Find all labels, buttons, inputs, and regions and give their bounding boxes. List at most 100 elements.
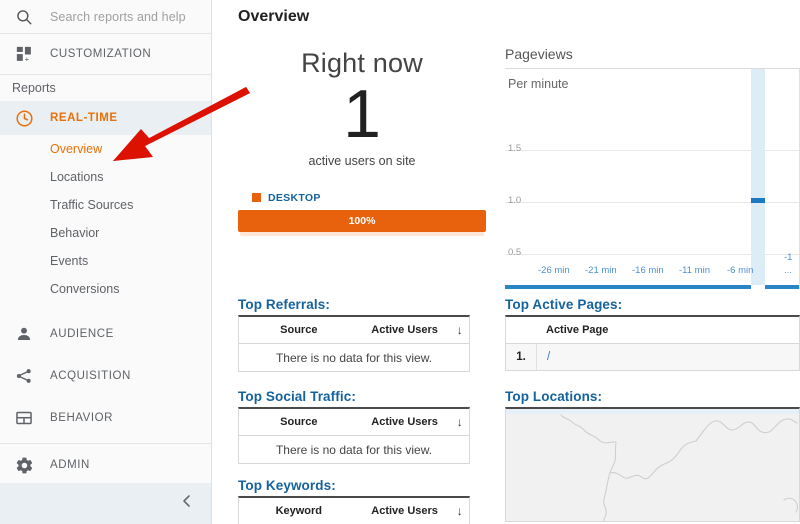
sidebar-item-real-time[interactable]: REAL-TIME — [0, 101, 211, 135]
sidebar-subitem-label: Behavior — [50, 226, 100, 240]
column-header-active-users[interactable]: Active Users — [359, 324, 451, 336]
table-header-row: Keyword Active Users ↓ — [239, 498, 469, 524]
sidebar-item-label: AUDIENCE — [50, 328, 114, 340]
pageviews-title: Pageviews — [505, 46, 573, 62]
y-axis-tick: 1.5 — [508, 143, 522, 154]
sort-descending-icon[interactable]: ↓ — [451, 415, 469, 429]
sidebar-item-events[interactable]: Events — [0, 247, 211, 275]
sidebar-item-acquisition[interactable]: ACQUISITION — [0, 355, 211, 397]
sidebar-subitem-label: Events — [50, 254, 89, 268]
sidebar-item-label: REAL-TIME — [50, 112, 118, 124]
axis-gap — [751, 285, 765, 289]
bar-shadow — [240, 231, 484, 236]
device-share-bar: 100% — [238, 209, 486, 236]
window-icon — [12, 409, 36, 427]
x-axis-tick: -11 min — [679, 265, 710, 276]
sidebar-subitem-label: Locations — [50, 170, 104, 184]
sidebar-item-admin[interactable]: ADMIN — [0, 444, 211, 486]
person-icon — [12, 325, 36, 343]
sidebar-subitem-label: Overview — [50, 142, 103, 156]
table-row[interactable]: 1. / — [506, 344, 799, 370]
top-referrals-block: Top Referrals: Source Active Users ↓ The… — [238, 297, 470, 372]
highlighted-bucket — [751, 69, 765, 289]
sidebar-collapse-button[interactable] — [0, 483, 211, 524]
column-header-keyword[interactable]: Keyword — [239, 505, 359, 517]
device-legend: DESKTOP — [238, 192, 486, 204]
row-page-link[interactable]: / — [536, 344, 799, 370]
table-header-row: Active Page — [506, 317, 799, 344]
locations-map[interactable] — [505, 407, 800, 522]
page-title: Overview — [238, 8, 310, 25]
section-title: Top Referrals: — [238, 297, 330, 312]
sidebar-item-conversions[interactable]: Conversions — [0, 275, 211, 303]
top-social-traffic-block: Top Social Traffic: Source Active Users … — [238, 389, 470, 464]
x-axis-tick: -16 min — [632, 265, 664, 276]
gear-icon — [12, 456, 36, 475]
map-top-band — [506, 409, 799, 414]
right-now-title: Right now — [301, 48, 423, 78]
customization-grid-icon: + — [12, 46, 36, 63]
sidebar-subitem-label: Conversions — [50, 282, 120, 296]
y-axis-tick: 1.0 — [508, 195, 522, 206]
chart-bar — [751, 198, 765, 203]
svg-text:+: + — [24, 54, 29, 63]
top-keywords-block: Top Keywords: Keyword Active Users ↓ — [238, 478, 470, 524]
empty-state-message: There is no data for this view. — [275, 442, 433, 457]
section-title: Top Active Pages: — [505, 297, 623, 312]
sidebar-item-traffic-sources[interactable]: Traffic Sources — [0, 191, 211, 219]
top-keywords-table: Keyword Active Users ↓ — [238, 496, 470, 524]
top-social-traffic-table: Source Active Users ↓ There is no data f… — [238, 407, 470, 464]
top-active-pages-table: Active Page 1. / — [505, 315, 800, 371]
column-header-active-page[interactable]: Active Page — [536, 324, 799, 336]
x-axis-tick: -26 min — [538, 265, 570, 276]
active-users-caption: active users on site — [308, 153, 416, 168]
section-title: Top Social Traffic: — [238, 389, 356, 404]
sidebar-item-locations[interactable]: Locations — [0, 163, 211, 191]
sidebar-item-label: ACQUISITION — [50, 370, 131, 382]
search-bar[interactable]: Search reports and help — [0, 0, 211, 33]
sidebar-item-label: CUSTOMIZATION — [50, 48, 152, 60]
top-referrals-table: Source Active Users ↓ There is no data f… — [238, 315, 470, 372]
sidebar: Search reports and help + CUSTOMIZATION … — [0, 0, 212, 524]
column-header-active-users[interactable]: Active Users — [359, 416, 451, 428]
x-axis-tick: -21 min — [585, 265, 617, 276]
map-borders-icon — [506, 409, 799, 521]
x-axis-tick: -1 — [784, 252, 793, 263]
sidebar-item-label: ADMIN — [50, 459, 90, 471]
sidebar-item-overview[interactable]: Overview — [0, 135, 211, 163]
legend-label[interactable]: DESKTOP — [268, 192, 321, 204]
reports-header: Reports — [12, 81, 56, 95]
sidebar-item-audience[interactable]: AUDIENCE — [0, 313, 211, 355]
search-icon — [12, 5, 36, 29]
pageviews-panel: Pageviews Per minute 1.5 1.0 0.5 -26 min… — [505, 46, 800, 289]
column-header-active-users[interactable]: Active Users — [359, 505, 451, 517]
sidebar-item-customization[interactable]: + CUSTOMIZATION — [0, 34, 211, 74]
x-axis-tick-truncated: ... — [784, 265, 792, 276]
legend-swatch-icon — [252, 193, 261, 203]
right-now-widget: Right now 1 active users on site DESKTOP… — [238, 48, 486, 236]
active-users-count: 1 — [343, 76, 381, 152]
empty-state-message: There is no data for this view. — [275, 350, 433, 365]
pageviews-subtitle: Per minute — [508, 77, 569, 91]
sort-descending-icon[interactable]: ↓ — [451, 323, 469, 337]
sidebar-item-behavior[interactable]: BEHAVIOR — [0, 397, 211, 439]
sidebar-item-behavior-realtime[interactable]: Behavior — [0, 219, 211, 247]
column-header-source[interactable]: Source — [239, 324, 359, 336]
x-axis-tick: -6 min — [727, 265, 754, 276]
app-root: Search reports and help + CUSTOMIZATION … — [0, 0, 800, 524]
section-title: Top Locations: — [505, 389, 603, 404]
desktop-bar-value: 100% — [238, 209, 486, 232]
table-header-row: Source Active Users ↓ — [239, 409, 469, 436]
top-active-pages-block: Top Active Pages: Active Page 1. / — [505, 297, 800, 371]
sort-descending-icon[interactable]: ↓ — [451, 504, 469, 518]
column-header-source[interactable]: Source — [239, 416, 359, 428]
sidebar-subitem-label: Traffic Sources — [50, 198, 134, 212]
table-header-row: Source Active Users ↓ — [239, 317, 469, 344]
top-locations-block: Top Locations: — [505, 389, 800, 522]
y-axis-tick: 0.5 — [508, 247, 522, 258]
sidebar-item-label: BEHAVIOR — [50, 412, 113, 424]
share-nodes-icon — [12, 367, 36, 385]
search-input-placeholder[interactable]: Search reports and help — [50, 10, 186, 24]
main-content: Overview Right now 1 active users on sit… — [212, 0, 800, 524]
row-index: 1. — [516, 351, 526, 363]
